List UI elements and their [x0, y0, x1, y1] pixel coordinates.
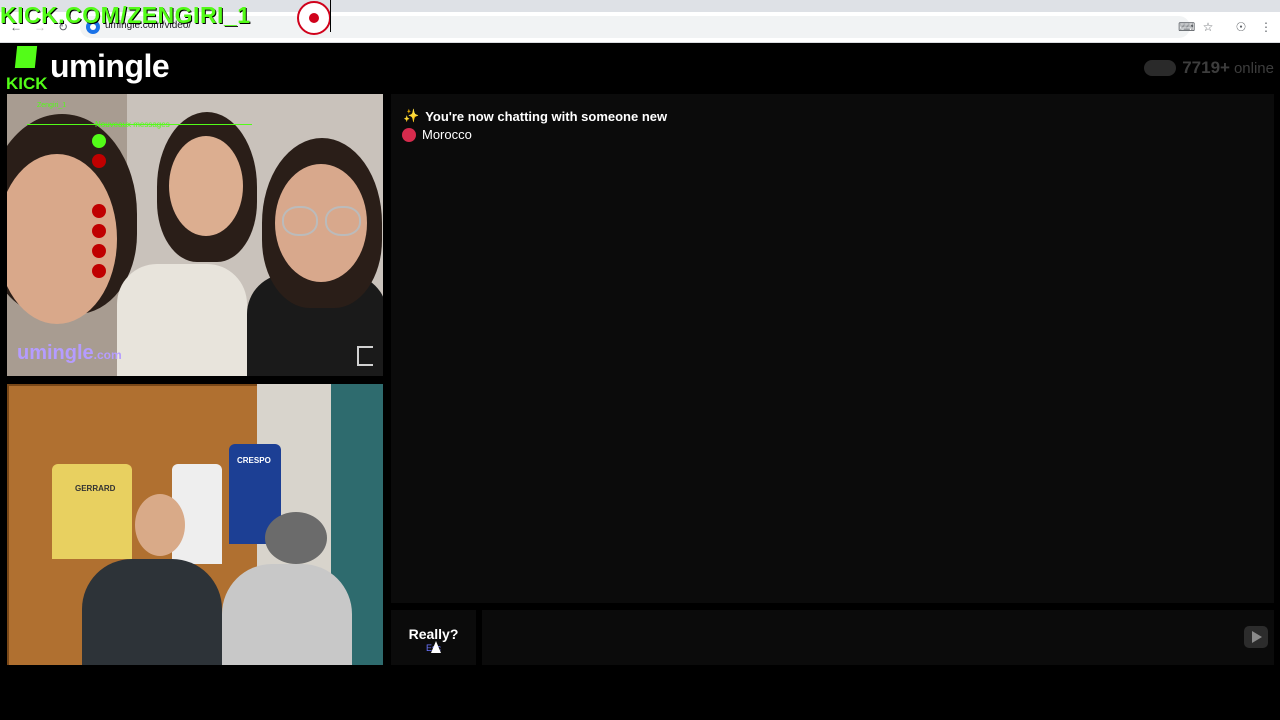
person-face — [169, 136, 243, 236]
glasses — [282, 206, 318, 236]
kick-banner: KICK.COM/ZENGIRI_1 — [0, 2, 251, 28]
report-flag-icon[interactable] — [357, 346, 373, 366]
mouse-cursor-icon — [431, 641, 441, 653]
emote-icon — [92, 154, 106, 168]
glasses — [325, 206, 361, 236]
umingle-watermark: umingle.com — [17, 342, 122, 365]
person-hoodie — [222, 564, 352, 665]
kick-logo: KICK — [6, 46, 52, 94]
online-label: online — [1233, 59, 1274, 77]
online-count: 7719+ — [1182, 58, 1230, 77]
jersey-name: GERRARD — [75, 484, 116, 493]
system-message: ✨ You're now chatting with someone new — [403, 108, 667, 124]
kick-logo-text: KICK — [6, 74, 48, 93]
person-hoodie — [82, 559, 222, 665]
stranger-video: Zengiri_1 Nouveaux messages umingle.com — [7, 94, 383, 376]
overlay-chat-user: Zengiri_1 — [37, 102, 67, 109]
emote-icon — [92, 224, 106, 238]
theme-toggle[interactable] — [1144, 60, 1177, 76]
skip-button[interactable]: Really? Esc — [391, 610, 476, 665]
country-name: Morocco — [422, 127, 472, 142]
overlay-new-messages: Nouveaux messages — [95, 120, 170, 129]
online-counter: 7719+ online — [1144, 58, 1274, 78]
translate-icon[interactable]: ⌨ — [1178, 19, 1195, 35]
jersey-name: CRESPO — [237, 456, 271, 465]
emote-icon — [92, 264, 106, 278]
profile-icon[interactable]: ☉ — [1233, 19, 1249, 35]
country-flag-icon — [402, 127, 416, 142]
stranger-country: Morocco — [402, 127, 472, 142]
self-video: GERRARD CRESPO — [7, 384, 383, 665]
overlay-divider — [330, 0, 331, 32]
emote-icon — [92, 204, 106, 218]
send-icon[interactable] — [1244, 626, 1268, 648]
person-face — [135, 494, 185, 556]
message-input[interactable] — [482, 610, 1274, 665]
watermark-text: umingle — [17, 342, 94, 364]
site-logo[interactable]: umingle — [50, 48, 170, 85]
watermark-suffix: .com — [93, 348, 122, 362]
club-crest-icon — [297, 1, 331, 35]
menu-icon[interactable]: ⋮ — [1258, 19, 1274, 35]
chat-log: ✨ You're now chatting with someone new M… — [391, 94, 1274, 603]
skip-button-label: Really? — [408, 626, 459, 642]
person-sweater — [117, 264, 247, 376]
emote-icon — [92, 134, 106, 148]
kick-logo-icon — [14, 46, 38, 68]
sparkle-icon: ✨ — [403, 108, 420, 123]
system-message-text: You're now chatting with someone new — [425, 108, 668, 124]
emote-icon — [92, 244, 106, 258]
person-cap — [265, 512, 327, 564]
star-icon[interactable]: ☆ — [1200, 19, 1216, 35]
jersey-gerrard — [52, 464, 132, 559]
